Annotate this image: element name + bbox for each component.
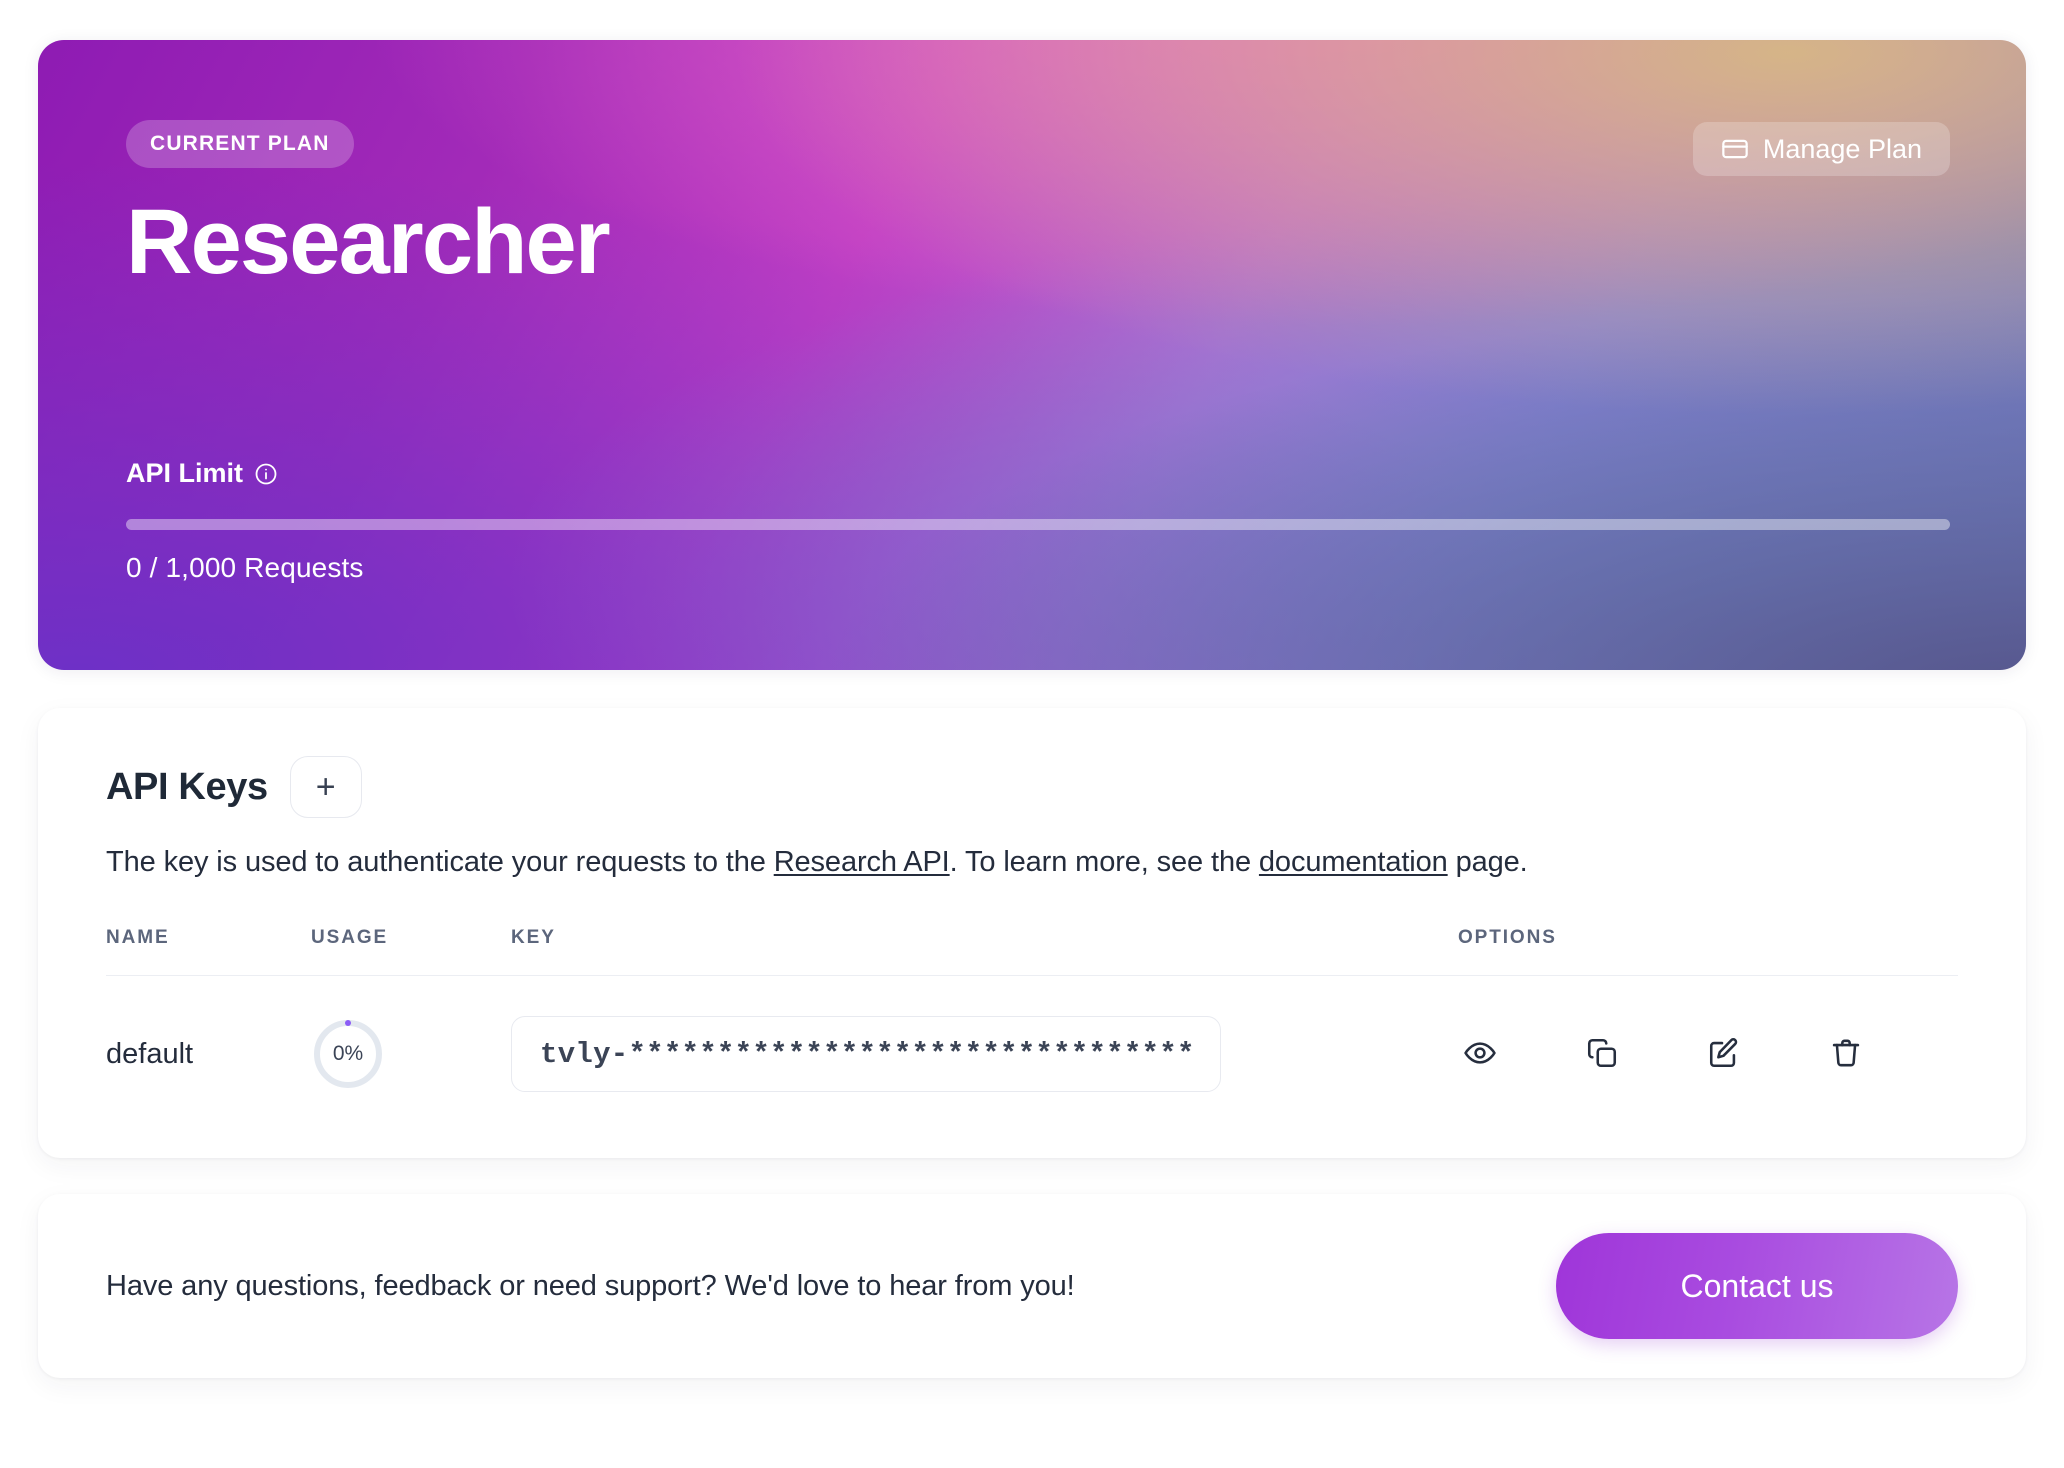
research-api-link[interactable]: Research API	[774, 846, 950, 878]
copy-icon	[1585, 1036, 1619, 1073]
column-header-options: OPTIONS	[1458, 927, 1557, 948]
column-header-name: NAME	[106, 927, 170, 948]
cell-options	[1458, 976, 1958, 1103]
edit-key-button[interactable]	[1702, 1032, 1746, 1076]
hero-content: CURRENT PLAN Researcher Manage Plan API …	[38, 40, 2026, 670]
current-plan-badge: CURRENT PLAN	[126, 120, 354, 168]
manage-plan-label: Manage Plan	[1762, 133, 1922, 164]
api-keys-table-body: default 0% tvly-************************…	[106, 976, 1958, 1103]
api-key-options	[1458, 1032, 1958, 1076]
support-card: Have any questions, feedback or need sup…	[38, 1194, 2026, 1378]
info-icon[interactable]	[254, 462, 278, 486]
plan-name: Researcher	[126, 191, 611, 293]
manage-plan-button[interactable]: Manage Plan	[1692, 122, 1950, 176]
support-message: Have any questions, feedback or need sup…	[106, 1269, 1075, 1302]
api-limit-label: API Limit	[126, 458, 244, 488]
api-limit-progress-bar	[126, 519, 1950, 530]
current-plan-hero: CURRENT PLAN Researcher Manage Plan API …	[38, 40, 2026, 670]
api-keys-table: NAME USAGE KEY OPTIONS default 0% tvly-*…	[106, 927, 1958, 1102]
column-header-key: KEY	[511, 927, 556, 948]
delete-key-button[interactable]	[1824, 1032, 1868, 1076]
cell-key: tvly-********************************	[511, 976, 1458, 1103]
contact-us-button[interactable]: Contact us	[1556, 1233, 1958, 1339]
show-key-button[interactable]	[1458, 1032, 1502, 1076]
api-keys-description: The key is used to authenticate your req…	[106, 846, 1958, 879]
column-header-usage: USAGE	[311, 927, 389, 948]
usage-ring-chart: 0%	[311, 1017, 385, 1091]
billing-page: CURRENT PLAN Researcher Manage Plan API …	[0, 0, 2064, 1468]
eye-icon	[1463, 1036, 1497, 1073]
api-limit-block: API Limit 0 / 1,000 Requests	[126, 458, 1950, 584]
api-limit-count: 0 / 1,000 Requests	[126, 552, 364, 583]
api-keys-header-row: NAME USAGE KEY OPTIONS	[106, 927, 1958, 976]
usage-percent-label: 0%	[332, 1042, 364, 1065]
api-keys-title: API Keys	[106, 765, 268, 808]
api-keys-table-head: NAME USAGE KEY OPTIONS	[106, 927, 1958, 976]
description-part-2: . To learn more, see the	[949, 846, 1259, 878]
add-api-key-button[interactable]: +	[289, 756, 362, 818]
copy-key-button[interactable]	[1580, 1032, 1624, 1076]
table-row: default 0% tvly-************************…	[106, 976, 1958, 1103]
edit-icon	[1707, 1036, 1741, 1073]
api-key-value-field[interactable]: tvly-********************************	[511, 1016, 1221, 1092]
cell-usage: 0%	[311, 976, 511, 1103]
description-part-1: The key is used to authenticate your req…	[106, 846, 774, 878]
api-keys-card: API Keys + The key is used to authentica…	[38, 708, 2026, 1158]
api-limit-header: API Limit	[126, 458, 1950, 489]
trash-icon	[1829, 1036, 1863, 1073]
description-part-3: page.	[1447, 846, 1528, 878]
api-keys-header: API Keys +	[106, 756, 1958, 818]
credit-card-icon	[1721, 135, 1749, 163]
cell-name: default	[106, 976, 311, 1103]
documentation-link[interactable]: documentation	[1259, 846, 1448, 878]
api-key-name: default	[106, 1037, 194, 1070]
